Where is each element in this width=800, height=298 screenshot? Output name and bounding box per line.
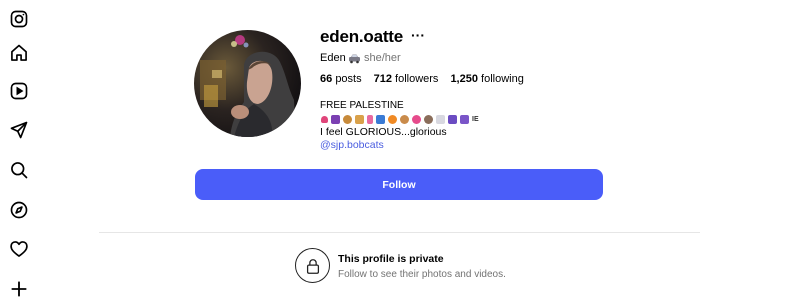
followers-stat[interactable]: 712 followers (374, 73, 439, 85)
notifications-heart-icon[interactable] (6, 236, 32, 262)
direct-messages-icon[interactable] (6, 117, 32, 143)
section-divider (99, 232, 700, 233)
search-icon[interactable] (6, 157, 32, 183)
divide-emoji-icon (460, 115, 469, 124)
create-plus-icon[interactable] (6, 276, 32, 298)
bun-emoji-icon (424, 115, 433, 124)
instagram-logo-icon[interactable] (6, 6, 32, 32)
orange-emoji-icon (388, 115, 397, 124)
more-options-button[interactable]: ··· (411, 27, 425, 43)
wings-emoji-icon (436, 115, 445, 124)
following-stat[interactable]: 1,250 following (450, 73, 523, 85)
flower-emoji-icon (412, 115, 421, 124)
bio-emoji-text: IE (472, 116, 479, 123)
purple-square-emoji-icon (448, 115, 457, 124)
bio-line-2: I feel GLORIOUS...glorious (320, 126, 447, 138)
home-icon[interactable] (6, 40, 32, 66)
private-profile-title: This profile is private (338, 253, 444, 265)
car-icon (349, 54, 360, 64)
profile-stats: 66 posts 712 followers 1,250 following (320, 73, 536, 85)
lock-icon (295, 248, 330, 283)
profile-pronouns: she/her (364, 52, 401, 64)
follow-button[interactable]: Follow (195, 169, 603, 200)
posts-count: 66 (320, 73, 333, 85)
profile-username: eden.oatte (320, 27, 404, 46)
avatar-photo (194, 30, 301, 137)
bio-line-1: FREE PALESTINE (320, 100, 404, 111)
posts-stat: 66 posts (320, 73, 362, 85)
heart-emoji-icon (321, 116, 328, 123)
profile-full-name: Eden (320, 52, 346, 64)
pretzel-emoji-icon (343, 115, 352, 124)
followers-count: 712 (373, 73, 392, 85)
bio-mention-link[interactable]: @sjp.bobcats (320, 139, 384, 151)
posts-label: posts (335, 73, 362, 85)
ribbon-emoji-icon (367, 115, 373, 124)
bio-emoji-row: IE (321, 114, 479, 125)
people-emoji-icon (355, 115, 364, 124)
explore-icon[interactable] (6, 197, 32, 223)
followers-label: followers (395, 73, 439, 85)
sidebar-nav (0, 0, 38, 298)
blue-emoji-icon (376, 115, 385, 124)
purple-emoji-icon (331, 115, 340, 124)
profile-avatar[interactable] (194, 30, 301, 137)
reels-icon[interactable] (6, 78, 32, 104)
following-count: 1,250 (450, 73, 478, 85)
bread-emoji-icon (400, 115, 409, 124)
following-label: following (481, 73, 524, 85)
private-profile-subtitle: Follow to see their photos and videos. (338, 269, 506, 280)
